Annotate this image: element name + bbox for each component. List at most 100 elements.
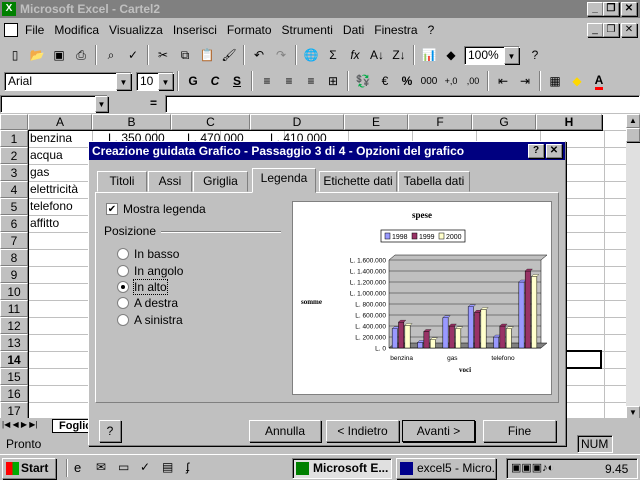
sort-ascending-icon[interactable]: A↓ <box>366 44 388 66</box>
function-icon[interactable]: fx <box>344 44 366 66</box>
radio-button[interactable] <box>117 314 129 326</box>
vertical-scrollbar[interactable]: ▲ ▼ <box>626 114 640 420</box>
workbook-icon[interactable] <box>4 23 18 37</box>
column-header-c[interactable]: C <box>171 114 250 130</box>
menu-dati[interactable]: Dati <box>338 23 369 37</box>
row-header[interactable]: 3 <box>0 164 28 181</box>
name-box[interactable]: ▼ <box>0 95 108 113</box>
save-icon[interactable]: ▣ <box>48 44 70 66</box>
cell-a3[interactable]: gas <box>28 164 49 181</box>
row-header[interactable]: 4 <box>0 181 28 198</box>
select-all[interactable] <box>0 114 28 130</box>
menu-inserisci[interactable]: Inserisci <box>168 23 222 37</box>
column-header-g[interactable]: G <box>472 114 536 130</box>
chevron-down-icon[interactable]: ▼ <box>158 72 173 90</box>
excel-icon[interactable]: X <box>2 2 16 16</box>
tab-griglia[interactable]: Griglia <box>193 171 248 192</box>
show-legend-option[interactable]: ✔ Mostra legenda <box>106 202 206 216</box>
row-header[interactable]: 11 <box>0 300 28 317</box>
row-header[interactable]: 6 <box>0 215 28 232</box>
row-header[interactable]: 5 <box>0 198 28 215</box>
desktop-icon[interactable]: ▭ <box>118 460 129 474</box>
bold-icon[interactable]: G <box>182 70 204 92</box>
row-header[interactable]: 14 <box>0 351 28 368</box>
menu-file[interactable]: File <box>20 23 49 37</box>
minimize-button[interactable]: _ <box>587 2 603 16</box>
copy-icon[interactable]: ⧉ <box>174 44 196 66</box>
row-header[interactable]: 13 <box>0 334 28 351</box>
font-combo[interactable]: Arial ▼ <box>4 71 132 91</box>
tab-scroll-icons[interactable]: |◀ ◀ ▶ ▶| <box>2 420 37 429</box>
task-excel[interactable]: Microsoft E... <box>292 458 392 479</box>
font-color-icon[interactable]: A <box>588 70 610 92</box>
chevron-down-icon[interactable]: ▼ <box>116 72 131 90</box>
row-header[interactable]: 9 <box>0 266 28 283</box>
chart-wizard-icon[interactable]: 📊 <box>418 44 440 66</box>
zoom-combo[interactable]: 100% ▼ <box>464 45 520 65</box>
align-right-icon[interactable]: ≡ <box>300 70 322 92</box>
quicklaunch-icon-2[interactable]: ʄ <box>186 460 189 474</box>
redo-icon[interactable]: ↷ <box>270 44 292 66</box>
cell-a4[interactable]: elettricità <box>28 181 78 198</box>
position-option-a-destra[interactable]: A destra <box>117 296 178 310</box>
column-header-d[interactable]: D <box>250 114 344 130</box>
column-header-a[interactable]: A <box>28 114 92 130</box>
tray-icons[interactable]: ▣▣▣♪◐ <box>511 461 554 474</box>
cancel-button[interactable]: Annulla <box>249 420 321 442</box>
font-size-combo[interactable]: 10 ▼ <box>136 71 174 91</box>
quicklaunch-icon[interactable]: ▤ <box>162 460 173 474</box>
column-header-f[interactable]: F <box>408 114 472 130</box>
new-icon[interactable]: ▯ <box>4 44 26 66</box>
spelling-icon[interactable]: ✓ <box>122 44 144 66</box>
menu-formato[interactable]: Formato <box>222 23 277 37</box>
scroll-up-icon[interactable]: ▲ <box>626 114 640 128</box>
increase-decimal-icon[interactable]: +,0 <box>440 70 462 92</box>
row-header[interactable]: 7 <box>0 232 28 249</box>
task-word[interactable]: excel5 - Micro... <box>396 458 496 479</box>
cell-a2[interactable]: acqua <box>28 147 63 164</box>
row-header[interactable]: 15 <box>0 368 28 385</box>
channels-icon[interactable]: ✓ <box>140 460 150 474</box>
drawing-icon[interactable]: ◆ <box>440 44 462 66</box>
print-preview-icon[interactable]: ⌕ <box>100 44 122 66</box>
currency-icon[interactable]: 💱 <box>352 70 374 92</box>
increase-indent-icon[interactable]: ⇥ <box>514 70 536 92</box>
cell-a5[interactable]: telefono <box>28 198 73 215</box>
print-icon[interactable]: ⎙ <box>70 44 92 66</box>
position-option-in-alto[interactable]: In alto <box>117 279 168 295</box>
radio-button-selected[interactable] <box>117 281 129 293</box>
menu-help[interactable]: ? <box>423 23 440 37</box>
close-button[interactable]: ✕ <box>621 2 637 16</box>
decrease-indent-icon[interactable]: ⇤ <box>492 70 514 92</box>
percent-icon[interactable]: % <box>396 70 418 92</box>
row-header[interactable]: 8 <box>0 249 28 266</box>
merge-center-icon[interactable]: ⊞ <box>322 70 344 92</box>
radio-button[interactable] <box>117 297 129 309</box>
menu-modifica[interactable]: Modifica <box>49 23 104 37</box>
position-option-in-basso[interactable]: In basso <box>117 247 179 261</box>
autosum-icon[interactable]: Σ <box>322 44 344 66</box>
row-header[interactable]: 1 <box>0 130 28 147</box>
doc-minimize-button[interactable]: _ <box>587 23 603 37</box>
format-painter-icon[interactable]: 🖌 <box>218 44 240 66</box>
row-header[interactable]: 16 <box>0 385 28 402</box>
tab-etichette-dati[interactable]: Etichette dati <box>319 171 397 192</box>
back-button[interactable]: < Indietro <box>326 420 399 442</box>
paste-icon[interactable]: 📋 <box>196 44 218 66</box>
restore-button[interactable]: ❐ <box>603 2 619 16</box>
finish-button[interactable]: Fine <box>483 420 556 442</box>
ie-icon[interactable]: e <box>74 460 81 475</box>
menu-visualizza[interactable]: Visualizza <box>104 23 168 37</box>
hyperlink-icon[interactable]: 🌐 <box>300 44 322 66</box>
dialog-close-icon[interactable]: ✕ <box>546 144 562 158</box>
row-header[interactable]: 2 <box>0 147 28 164</box>
align-left-icon[interactable]: ≡ <box>256 70 278 92</box>
next-button[interactable]: Avanti > <box>402 420 475 442</box>
open-icon[interactable]: 📂 <box>26 44 48 66</box>
column-header-e[interactable]: E <box>344 114 408 130</box>
row-header[interactable]: 10 <box>0 283 28 300</box>
radio-button[interactable] <box>117 248 129 260</box>
position-option-a-sinistra[interactable]: A sinistra <box>117 313 183 327</box>
doc-close-button[interactable]: ✕ <box>621 23 637 37</box>
fill-color-icon[interactable]: ◆ <box>566 70 588 92</box>
